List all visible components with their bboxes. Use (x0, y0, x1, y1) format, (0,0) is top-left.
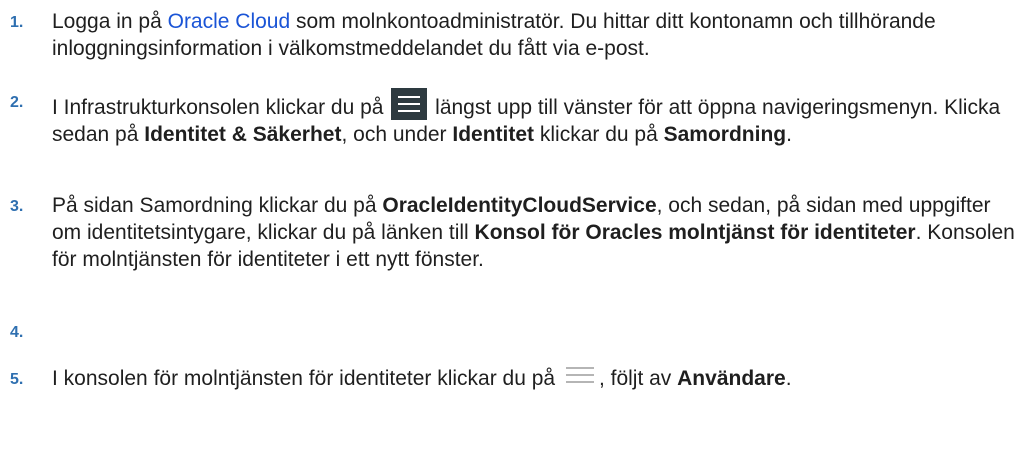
step-5: 5. I konsolen för molntjänsten för ident… (10, 365, 1017, 395)
step-text: I konsolen för molntjänsten för identite… (52, 367, 792, 390)
bold-term: Konsol för Oracles molntjänst för identi… (474, 221, 916, 244)
step-number: 3. (10, 198, 24, 215)
step-number: 2. (10, 94, 24, 111)
step-2: 2. I Infrastrukturkonsolen klickar du på… (10, 88, 1017, 175)
step-number: 1. (10, 14, 24, 31)
menu-icon (563, 365, 597, 387)
step-text: I Infrastrukturkonsolen klickar du på lä… (52, 88, 1000, 146)
step-1: 1. Logga in på Oracle Cloud som molnkont… (10, 8, 1017, 68)
bold-term: OracleIdentityCloudService (382, 194, 657, 217)
step-4: 4. (10, 318, 1017, 345)
step-3: 3. På sidan Samordning klickar du på Ora… (10, 192, 1017, 306)
bold-term: Samordning (663, 123, 787, 146)
step-number: 4. (10, 324, 24, 341)
step-text: På sidan Samordning klickar du på Oracle… (52, 194, 1015, 271)
bold-term: Användare (677, 367, 786, 390)
bold-term: Identitet & Säkerhet (144, 123, 342, 146)
oracle-cloud-link[interactable]: Oracle Cloud (168, 10, 291, 33)
menu-icon (391, 88, 428, 120)
step-number: 5. (10, 371, 24, 388)
instruction-steps: 1. Logga in på Oracle Cloud som molnkont… (0, 8, 1017, 395)
bold-term: Identitet (452, 123, 535, 146)
step-text: Logga in på Oracle Cloud som molnkontoad… (52, 10, 936, 60)
